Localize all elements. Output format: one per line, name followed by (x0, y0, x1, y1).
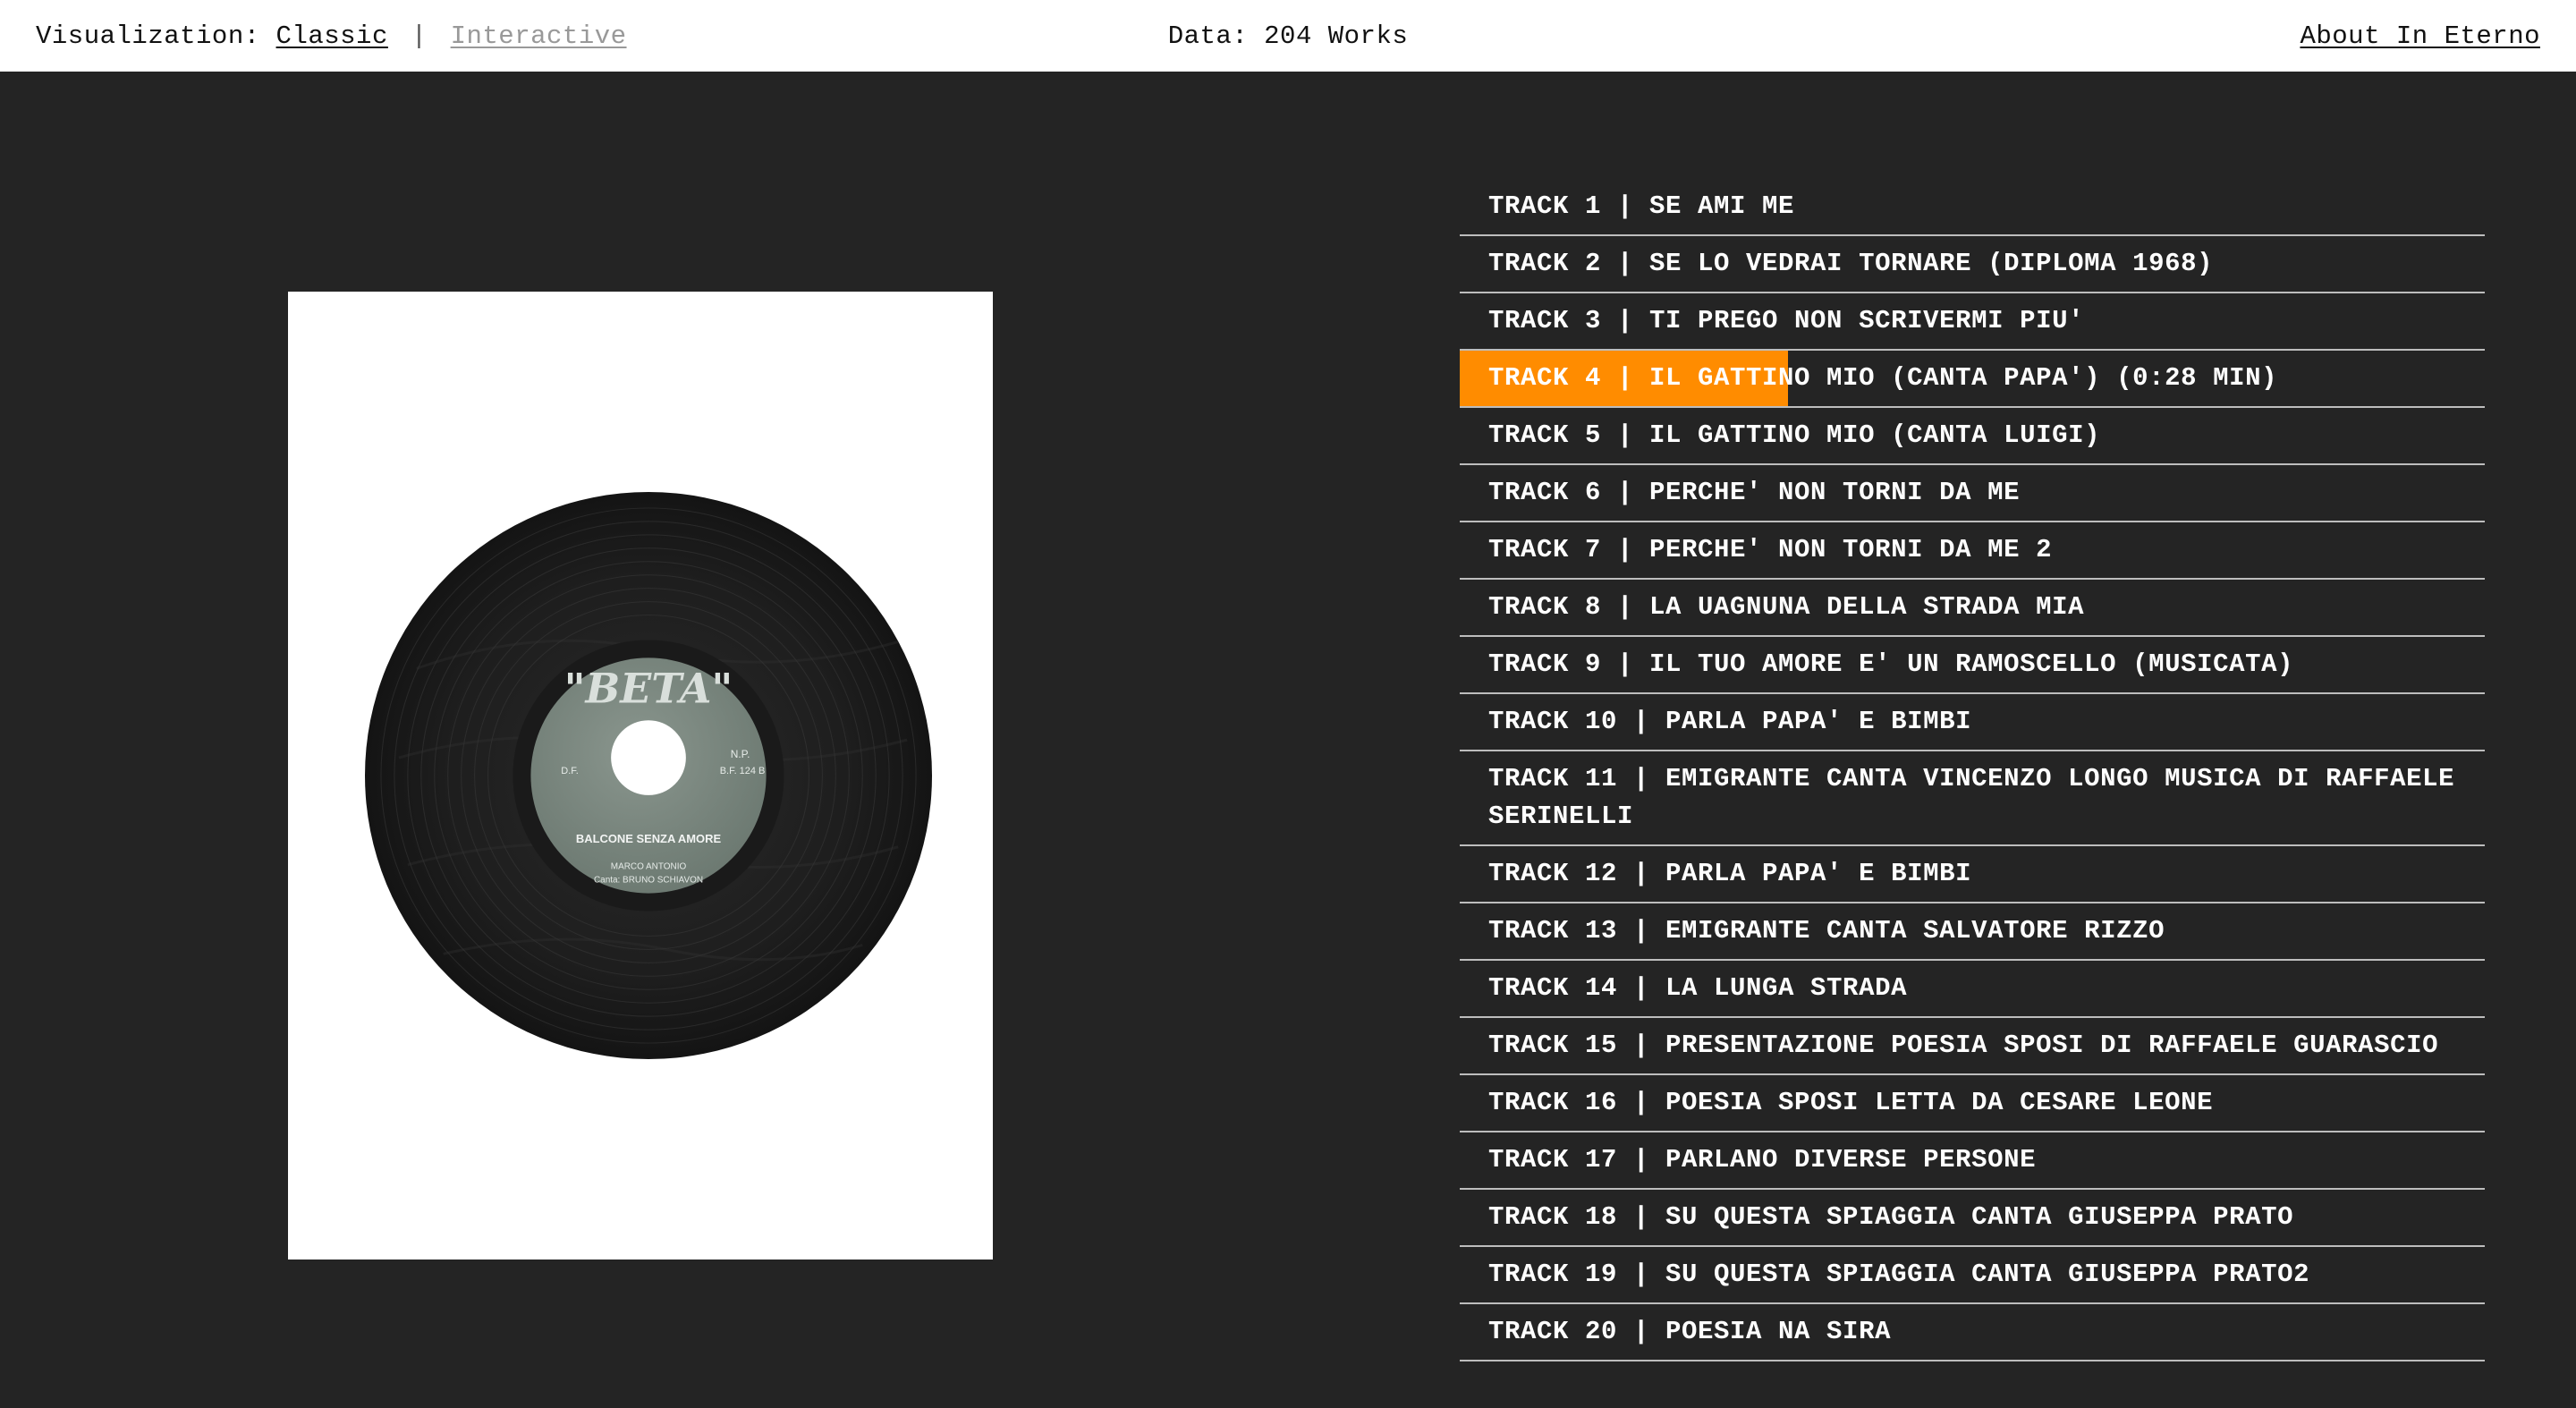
track-item[interactable]: TRACK 1 | SE AMI ME (1460, 179, 2485, 236)
visualization-label: Visualization: (36, 21, 260, 51)
record-label-singer: Canta: BRUNO SCHIAVON (594, 876, 703, 886)
track-label: TRACK 13 | EMIGRANTE CANTA SALVATORE RIZ… (1488, 916, 2165, 946)
track-item[interactable]: TRACK 6 | PERCHE' NON TORNI DA ME (1460, 465, 2485, 522)
track-item[interactable]: TRACK 12 | PARLA PAPA' E BIMBI (1460, 846, 2485, 903)
track-label: TRACK 8 | LA UAGNUNA DELLA STRADA MIA (1488, 592, 2085, 622)
view-separator: | (411, 21, 428, 51)
track-label: TRACK 3 | TI PREGO NON SCRIVERMI PIU' (1488, 306, 2085, 335)
about-link[interactable]: About In Eterno (2300, 21, 2540, 51)
track-label: TRACK 14 | LA LUNGA STRADA (1488, 973, 1908, 1003)
track-label: TRACK 16 | POESIA SPOSI LETTA DA CESARE … (1488, 1088, 2214, 1117)
track-item[interactable]: TRACK 9 | IL TUO AMORE E' UN RAMOSCELLO … (1460, 637, 2485, 694)
track-label: TRACK 11 | EMIGRANTE CANTA VINCENZO LONG… (1488, 764, 2455, 831)
track-item[interactable]: TRACK 14 | LA LUNGA STRADA (1460, 961, 2485, 1018)
record-label-catalog: B.F. 124 B (720, 766, 766, 776)
record-label-performer: MARCO ANTONIO (611, 862, 687, 872)
record-label-right-code: N.P. (731, 748, 750, 760)
top-navigation-bar: Visualization: Classic | Interactive Dat… (0, 0, 2576, 72)
track-label: TRACK 7 | PERCHE' NON TORNI DA ME 2 (1488, 535, 2053, 564)
track-label: TRACK 6 | PERCHE' NON TORNI DA ME (1488, 478, 2021, 507)
visualization-switcher: Visualization: Classic | Interactive (36, 21, 627, 51)
track-label: TRACK 17 | PARLANO DIVERSE PERSONE (1488, 1145, 2037, 1175)
record-spindle-hole (611, 720, 686, 795)
track-item[interactable]: TRACK 8 | LA UAGNUNA DELLA STRADA MIA (1460, 580, 2485, 637)
track-item[interactable]: TRACK 13 | EMIGRANTE CANTA SALVATORE RIZ… (1460, 903, 2485, 961)
track-label: TRACK 10 | PARLA PAPA' E BIMBI (1488, 707, 1972, 736)
track-item[interactable]: TRACK 4 | IL GATTINO MIO (CANTA PAPA') (… (1460, 351, 2485, 408)
track-item[interactable]: TRACK 15 | PRESENTAZIONE POESIA SPOSI DI… (1460, 1018, 2485, 1075)
track-label: TRACK 9 | IL TUO AMORE E' UN RAMOSCELLO … (1488, 649, 2294, 679)
track-item[interactable]: TRACK 19 | SU QUESTA SPIAGGIA CANTA GIUS… (1460, 1247, 2485, 1304)
track-label: TRACK 12 | PARLA PAPA' E BIMBI (1488, 859, 1972, 888)
track-item[interactable]: TRACK 7 | PERCHE' NON TORNI DA ME 2 (1460, 522, 2485, 580)
record-label-song: BALCONE SENZA AMORE (576, 832, 722, 845)
record-label-left-code: D.F. (561, 766, 578, 776)
track-label: TRACK 18 | SU QUESTA SPIAGGIA CANTA GIUS… (1488, 1202, 2294, 1232)
track-label: TRACK 4 | IL GATTINO MIO (CANTA PAPA') (… (1488, 363, 2278, 393)
track-item[interactable]: TRACK 5 | IL GATTINO MIO (CANTA LUIGI) (1460, 408, 2485, 465)
track-label: TRACK 2 | SE LO VEDRAI TORNARE (DIPLOMA … (1488, 249, 2214, 278)
main-stage: "BETA" D.F. N.P. B.F. 124 B BALCONE SENZ… (0, 72, 2576, 1408)
record-cover-card: "BETA" D.F. N.P. B.F. 124 B BALCONE SENZ… (288, 292, 993, 1260)
track-item[interactable]: TRACK 2 | SE LO VEDRAI TORNARE (DIPLOMA … (1460, 236, 2485, 293)
track-label: TRACK 20 | POESIA NA SIRA (1488, 1317, 1892, 1346)
classic-view-link[interactable]: Classic (276, 21, 388, 51)
track-label: TRACK 15 | PRESENTAZIONE POESIA SPOSI DI… (1488, 1031, 2439, 1060)
interactive-view-link[interactable]: Interactive (451, 21, 627, 51)
track-item[interactable]: TRACK 20 | POESIA NA SIRA (1460, 1304, 2485, 1361)
track-item[interactable]: TRACK 11 | EMIGRANTE CANTA VINCENZO LONG… (1460, 751, 2485, 846)
track-list: TRACK 1 | SE AMI ME TRACK 2 | SE LO VEDRA… (1460, 179, 2485, 1361)
track-item[interactable]: TRACK 18 | SU QUESTA SPIAGGIA CANTA GIUS… (1460, 1190, 2485, 1247)
track-item[interactable]: TRACK 3 | TI PREGO NON SCRIVERMI PIU' (1460, 293, 2485, 351)
track-label: TRACK 5 | IL GATTINO MIO (CANTA LUIGI) (1488, 420, 2101, 450)
track-label: TRACK 1 | SE AMI ME (1488, 191, 1795, 221)
track-item[interactable]: TRACK 16 | POESIA SPOSI LETTA DA CESARE … (1460, 1075, 2485, 1132)
track-item[interactable]: TRACK 10 | PARLA PAPA' E BIMBI (1460, 694, 2485, 751)
vinyl-record-image: "BETA" D.F. N.P. B.F. 124 B BALCONE SENZ… (364, 491, 933, 1060)
track-label: TRACK 19 | SU QUESTA SPIAGGIA CANTA GIUS… (1488, 1260, 2310, 1289)
track-item[interactable]: TRACK 17 | PARLANO DIVERSE PERSONE (1460, 1132, 2485, 1190)
record-label-brand: "BETA" (564, 664, 733, 712)
